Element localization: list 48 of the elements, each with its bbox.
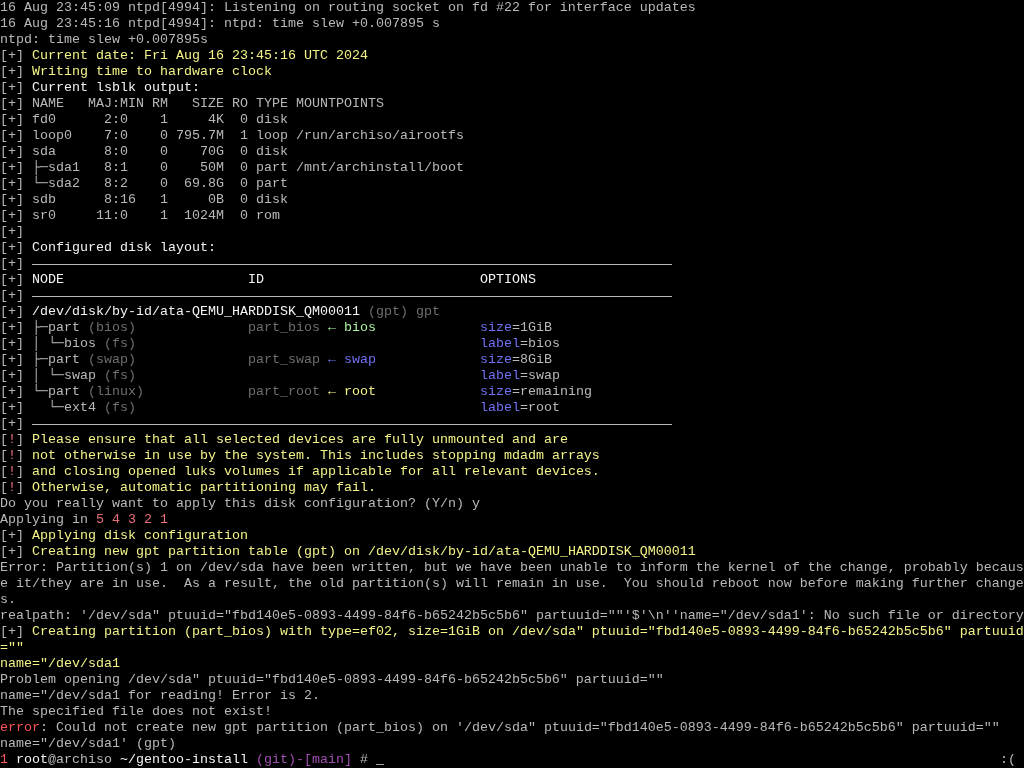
terminal-line: [!] not otherwise in use by the system. This includes stopping mdadm arrays [0,448,601,464]
terminal-line: [+] sr0 11:0 1 1024M 0 rom [0,208,281,224]
terminal-line: [+] └─part (linux) part_root ← root size=remaining [0,384,593,399]
terminal-line: [!] Otherwise, automatic partitioning may fail. [0,480,377,496]
terminal-line: [+] fd0 2:0 1 4K 0 disk [0,112,289,128]
terminal-line: Error: Partition(s) 1 on /dev/sda have been written, but we have been unable to inform the kernel of the change, probably becaus [0,560,1024,576]
terminal-line: [+] [0,416,1024,432]
terminal-line: The specified file does not exist! [0,704,273,720]
terminal-line: ntpd: time slew +0.007895s [0,32,209,48]
terminal-line: [+] [0,288,1024,304]
terminal-line: [+] Applying disk configuration [0,528,249,544]
terminal-line: 16 Aug 23:45:09 ntpd[4994]: Listening on routing socket on fd #22 for interface updates [0,0,697,16]
terminal-line: [+] Current lsblk output: [0,80,201,96]
terminal-line: name="/dev/sda1' (gpt) [0,736,177,752]
terminal-line: [+] │ └─swap (fs) label=swap [0,368,561,384]
terminal-line: ="" [0,640,25,656]
terminal-line: 1 root@archiso ~/gentoo-install (git)-[main] # _ :( [0,752,1017,768]
terminal-line: [+] Configured disk layout: [0,240,217,256]
terminal-line: [+] Creating new gpt partition table (gpt) on /dev/disk/by-id/ata-QEMU_HARDDISK_QM00011 [0,544,697,560]
terminal-line: realpath: '/dev/sda" ptuuid="fbd140e5-0893-4499-84f6-b65242b5c5b6" partuuid=""'$'\n''name="/dev/sda1': No such file or directory [0,608,1024,624]
terminal-line: [+] Writing time to hardware clock [0,64,273,80]
terminal-line: [+] sdb 8:16 1 0B 0 disk [0,192,289,208]
terminal-line: Problem opening /dev/sda" ptuuid="fbd140e5-0893-4499-84f6-b65242b5c5b6" partuuid="" [0,672,665,688]
terminal-line: error: Could not create new gpt partition (part_bios) on '/dev/sda" ptuuid="fbd140e5-0893-4499-84f6-b65242b5c5b6" partuuid="" [0,720,1001,736]
terminal-line: 16 Aug 23:45:16 ntpd[4994]: ntpd: time slew +0.007895 s [0,16,441,32]
terminal-line: [+] ├─part (swap) part_swap ← swap size=8GiB [0,352,553,368]
terminal-line: [+] └─ext4 (fs) label=root [0,400,561,416]
terminal-line: s. [0,592,17,608]
terminal-line: [+] NAME MAJ:MIN RM SIZE RO TYPE MOUNTPOINTS [0,96,385,112]
terminal-line: Applying in 5 4 3 2 1 [0,512,169,528]
terminal-line: [!] Please ensure that all selected devices are fully unmounted and are [0,432,569,448]
terminal-line: [+] [0,224,25,240]
terminal-line: name="/dev/sda1 for reading! Error is 2. [0,688,321,704]
terminal-line: name="/dev/sda1 [0,656,121,672]
terminal-line: [+] NODE ID OPTIONS [0,272,537,288]
terminal-line: [+] ├─part (bios) part_bios ← bios size=1GiB [0,320,553,336]
terminal-line: [+] │ └─bios (fs) label=bios [0,336,561,352]
terminal-line: [+] /dev/disk/by-id/ata-QEMU_HARDDISK_QM00011 (gpt) gpt [0,304,441,320]
terminal-line: Do you really want to apply this disk configuration? (Y/n) y [0,496,481,512]
terminal-line: [!] and closing opened luks volumes if applicable for all relevant devices. [0,464,601,480]
terminal-line: [+] Current date: Fri Aug 16 23:45:16 UTC 2024 [0,48,369,64]
terminal-line: [+] loop0 7:0 0 795.7M 1 loop /run/archiso/airootfs [0,128,465,144]
terminal-line: [+] [0,256,1024,272]
terminal-line: e it/they are in use. As a result, the old partition(s) will remain in use. You should reboot now before making further change [0,576,1024,592]
terminal-line: [+] ├─sda1 8:1 0 50M 0 part /mnt/archinstall/boot [0,160,465,176]
terminal-line: [+] Creating partition (part_bios) with type=ef02, size=1GiB on /dev/sda" ptuuid="fbd140e5-0893-4499-84f6-b65242b5c5b6" partuuid [0,624,1024,640]
terminal-line: [+] sda 8:0 0 70G 0 disk [0,144,289,160]
terminal-line: [+] └─sda2 8:2 0 69.8G 0 part [0,176,289,192]
